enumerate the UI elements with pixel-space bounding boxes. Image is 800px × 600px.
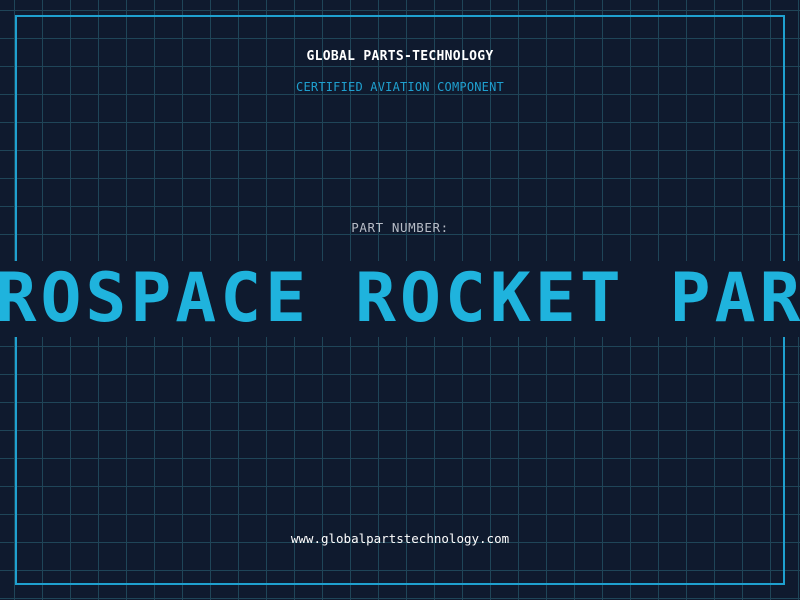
label-card: GLOBAL PARTS-TECHNOLOGY CERTIFIED AVIATI… [0,0,800,600]
part-number-banner: AEROSPACE ROCKET PARTS [0,261,800,337]
part-number-label: PART NUMBER: [351,220,449,235]
certification-text: CERTIFIED AVIATION COMPONENT [296,80,504,94]
part-number-value: AEROSPACE ROCKET PARTS [0,261,800,337]
company-name: GLOBAL PARTS-TECHNOLOGY [306,49,494,64]
website-url: www.globalpartstechnology.com [290,531,510,546]
